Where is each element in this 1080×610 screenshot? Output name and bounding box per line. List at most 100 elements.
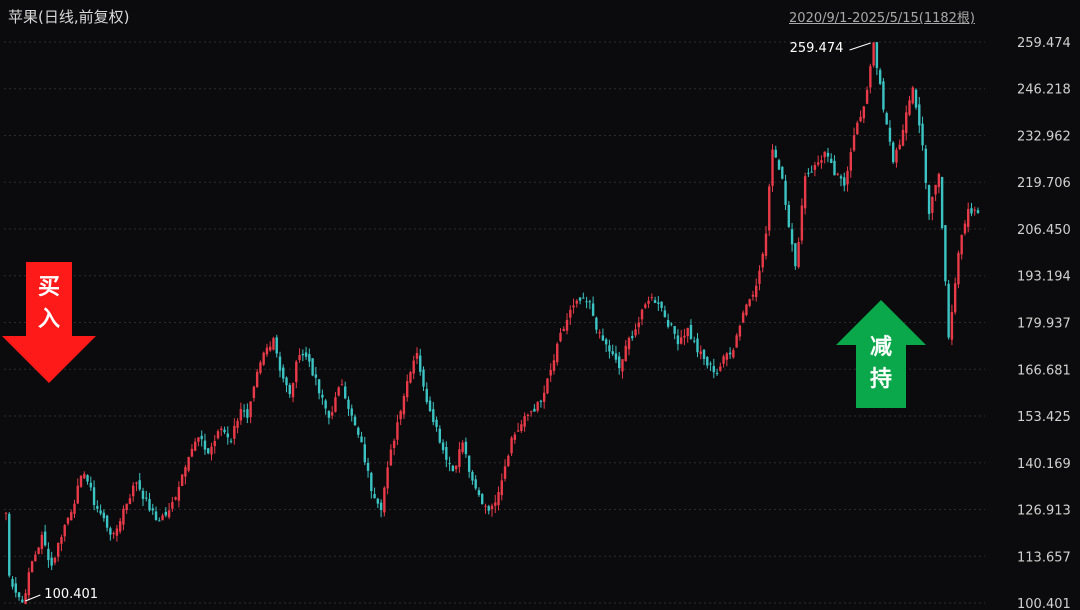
candle-body	[412, 360, 415, 374]
candle-body	[676, 335, 680, 345]
candles-group	[4, 42, 980, 605]
candle-body	[774, 149, 777, 158]
candle-body	[141, 490, 145, 499]
candle-body	[73, 503, 76, 514]
candle-body	[366, 462, 370, 471]
candle-body	[562, 328, 565, 332]
candle-body	[428, 400, 432, 412]
candle-body	[601, 335, 605, 341]
candle-body	[311, 358, 314, 376]
candle-body	[937, 173, 941, 188]
candle-body	[732, 350, 735, 358]
candle-body	[109, 528, 112, 535]
candle-body	[944, 225, 947, 282]
candle-body	[265, 347, 269, 355]
candle-body	[611, 351, 614, 355]
candle-body	[76, 485, 79, 504]
candle-body	[409, 372, 412, 383]
candle-body	[128, 498, 132, 505]
candle-body	[859, 116, 862, 122]
candle-body	[967, 209, 970, 227]
candle-body	[960, 234, 963, 255]
candle-body	[184, 467, 187, 477]
candle-body	[203, 440, 207, 450]
candle-body	[803, 176, 807, 209]
candle-body	[931, 197, 934, 213]
low-value-label: 100.401	[44, 587, 98, 602]
y-tick-label: 179.937	[1017, 317, 1071, 332]
candle-body	[187, 456, 190, 471]
candle-body	[901, 129, 905, 146]
candle-body	[467, 455, 471, 472]
candle-body	[653, 300, 657, 303]
candle-body	[706, 357, 709, 366]
candle-body	[572, 305, 575, 308]
candle-body	[43, 531, 47, 546]
candle-body	[259, 362, 262, 373]
candle-body	[291, 383, 295, 398]
price-chart: 259.474 246.218 232.962 219.706 206.450 193.1…	[2, 36, 1071, 610]
candle-body	[34, 554, 37, 562]
candle-body	[839, 176, 843, 179]
candle-body	[875, 42, 879, 68]
candle-body	[846, 170, 849, 185]
candle-body	[392, 440, 396, 448]
candle-body	[529, 411, 533, 413]
candle-body	[813, 164, 817, 170]
candle-body	[790, 229, 794, 245]
candle-body	[533, 408, 536, 412]
candle-body	[262, 352, 265, 365]
candle-body	[37, 547, 40, 554]
candle-body	[849, 152, 852, 171]
candle-body	[627, 337, 631, 350]
candle-body	[27, 572, 31, 596]
candle-body	[454, 465, 458, 470]
candle-body	[334, 397, 337, 412]
candle-body	[239, 409, 243, 421]
candle-body	[337, 387, 340, 396]
candle-body	[435, 419, 438, 427]
candle-body	[96, 505, 99, 509]
candle-body	[539, 400, 543, 402]
candle-body	[758, 270, 761, 284]
candle-body	[317, 379, 321, 394]
y-tick-label: 193.194	[1017, 270, 1071, 285]
candle-body	[487, 506, 490, 511]
candle-body	[725, 353, 729, 360]
sell-label: 减	[870, 334, 892, 360]
candle-body	[650, 297, 654, 299]
date-range-link[interactable]: 2020/9/1-2025/5/15(1182根)	[789, 7, 975, 26]
candle-body	[911, 87, 914, 104]
candle-body	[197, 437, 200, 442]
candle-body	[226, 433, 229, 438]
candle-body	[663, 310, 667, 317]
candle-body	[340, 384, 344, 386]
candle-body	[970, 208, 973, 214]
candle-body	[624, 345, 627, 362]
candle-body	[882, 81, 885, 110]
candle-body	[637, 322, 640, 328]
y-tick-label: 206.450	[1017, 223, 1071, 238]
candle-body	[438, 428, 442, 443]
candle-body	[301, 353, 305, 356]
candle-body	[379, 502, 383, 511]
candle-body	[8, 513, 11, 576]
candle-body	[210, 446, 213, 455]
candle-body	[741, 312, 745, 323]
candle-body	[272, 338, 275, 350]
candle-body	[816, 162, 820, 165]
y-tick-label: 246.218	[1017, 83, 1071, 98]
candle-body	[905, 112, 908, 134]
candle-body	[856, 122, 859, 135]
candle-body	[115, 528, 119, 536]
candle-body	[481, 494, 484, 505]
candle-body	[709, 363, 712, 365]
candle-body	[357, 427, 360, 435]
candle-body	[154, 511, 158, 521]
candle-body	[11, 578, 14, 587]
y-tick-label: 232.962	[1017, 129, 1071, 144]
candle-body	[53, 557, 57, 563]
candle-body	[924, 148, 928, 183]
candle-body	[670, 323, 673, 325]
candle-body	[608, 345, 611, 352]
